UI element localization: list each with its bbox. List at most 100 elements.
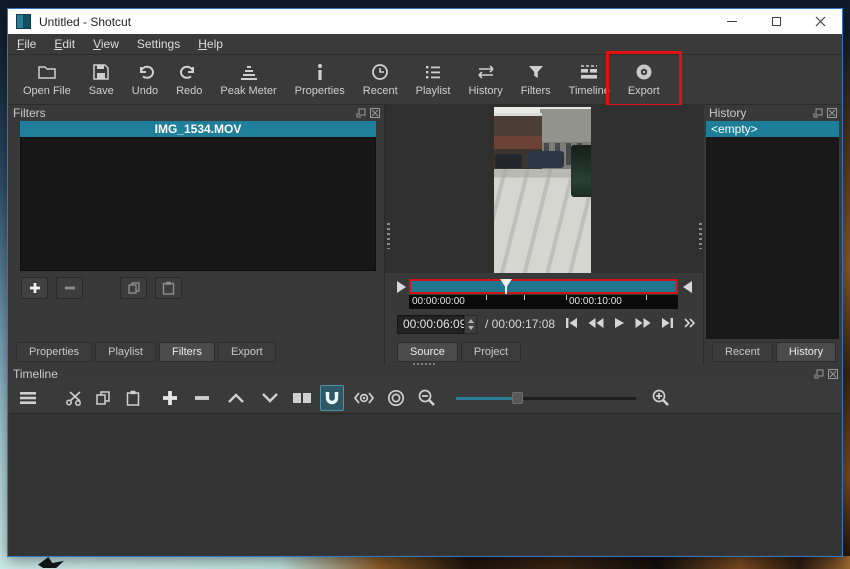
timeline-zoom-slider[interactable] bbox=[456, 391, 636, 405]
copy-filters-button[interactable] bbox=[120, 277, 147, 299]
maximize-icon bbox=[772, 17, 781, 26]
slider-handle[interactable] bbox=[512, 392, 523, 404]
right-dock-tabs: Recent History bbox=[712, 342, 839, 362]
menu-view[interactable]: View bbox=[84, 35, 128, 53]
float-panel-icon[interactable] bbox=[356, 108, 366, 118]
maximize-button[interactable] bbox=[754, 9, 798, 34]
float-panel-icon[interactable] bbox=[814, 369, 824, 379]
player-tabs: Source Project bbox=[397, 342, 524, 362]
peak-meter-button[interactable]: Peak Meter bbox=[211, 61, 285, 98]
close-button[interactable] bbox=[798, 9, 842, 34]
remove-filter-button[interactable] bbox=[56, 277, 83, 299]
video-car-foreground bbox=[571, 145, 591, 197]
float-panel-icon[interactable] bbox=[813, 108, 823, 118]
open-file-button[interactable]: Open File bbox=[14, 61, 80, 98]
ruler-tick bbox=[646, 295, 647, 300]
timeline-tracks-area[interactable] bbox=[9, 413, 841, 555]
add-filter-button[interactable] bbox=[21, 277, 48, 299]
timeline-panel-title: Timeline bbox=[13, 367, 58, 381]
slider-fill bbox=[456, 397, 516, 400]
tab-source[interactable]: Source bbox=[397, 342, 458, 362]
redo-icon bbox=[180, 62, 198, 82]
shotcut-app-icon bbox=[16, 14, 31, 29]
minimize-button[interactable] bbox=[710, 9, 754, 34]
export-button[interactable]: Export bbox=[619, 61, 669, 98]
splitter-handle-left[interactable] bbox=[387, 223, 390, 249]
copy-icon bbox=[95, 390, 111, 406]
play-button[interactable] bbox=[614, 317, 625, 329]
selected-clip-name: IMG_1534.MOV bbox=[20, 121, 376, 137]
plus-icon bbox=[162, 390, 178, 406]
undo-button[interactable]: Undo bbox=[123, 61, 167, 98]
history-button[interactable]: History bbox=[459, 61, 511, 98]
tab-properties[interactable]: Properties bbox=[16, 342, 92, 362]
snap-toggle-button[interactable] bbox=[320, 385, 344, 411]
ripple-all-tracks-button[interactable] bbox=[384, 385, 408, 411]
lift-button[interactable] bbox=[224, 385, 248, 411]
play-icon bbox=[614, 317, 625, 329]
save-icon bbox=[92, 62, 110, 82]
tab-filters[interactable]: Filters bbox=[159, 342, 215, 362]
menu-help[interactable]: Help bbox=[189, 35, 232, 53]
save-button[interactable]: Save bbox=[80, 61, 123, 98]
current-time-field[interactable]: 00:00:06:09 bbox=[397, 315, 464, 334]
filters-button[interactable]: Filters bbox=[512, 61, 560, 98]
video-car-1 bbox=[495, 154, 522, 168]
overwrite-button[interactable] bbox=[258, 385, 282, 411]
scrub-while-dragging-button[interactable] bbox=[352, 385, 376, 411]
timeline-button[interactable]: Timeline bbox=[560, 61, 619, 98]
skip-start-icon bbox=[565, 317, 578, 329]
chevrons-right-icon bbox=[684, 318, 695, 328]
close-panel-icon[interactable] bbox=[827, 108, 837, 118]
rewind-button[interactable] bbox=[588, 317, 604, 329]
magnet-icon bbox=[324, 390, 340, 406]
minus-icon bbox=[194, 390, 210, 406]
skip-to-end-button[interactable] bbox=[661, 317, 674, 329]
properties-button[interactable]: Properties bbox=[286, 61, 354, 98]
zoom-out-button[interactable] bbox=[414, 385, 438, 411]
playlist-button[interactable]: Playlist bbox=[407, 61, 460, 98]
more-controls-button[interactable] bbox=[684, 318, 695, 328]
menu-file[interactable]: File bbox=[8, 35, 45, 53]
paste-filters-button[interactable] bbox=[155, 277, 182, 299]
tab-export[interactable]: Export bbox=[218, 342, 276, 362]
tab-recent[interactable]: Recent bbox=[712, 342, 773, 362]
timeline-menu-button[interactable] bbox=[16, 385, 40, 411]
fast-forward-icon bbox=[635, 317, 651, 329]
video-viewport bbox=[385, 105, 704, 273]
menu-settings[interactable]: Settings bbox=[128, 35, 189, 53]
tab-history[interactable]: History bbox=[776, 342, 836, 362]
copy-button[interactable] bbox=[91, 385, 115, 411]
ripple-delete-button[interactable] bbox=[190, 385, 214, 411]
desktop-wallpaper-bottom bbox=[0, 556, 850, 569]
split-button[interactable] bbox=[290, 385, 314, 411]
filters-panel: Filters IMG_1534.MOV bbox=[8, 105, 385, 365]
minimize-icon bbox=[727, 21, 737, 22]
time-spinner[interactable] bbox=[464, 315, 477, 334]
minus-icon bbox=[64, 282, 76, 294]
close-panel-icon[interactable] bbox=[828, 369, 838, 379]
trim-bar[interactable] bbox=[409, 279, 678, 294]
hamburger-icon bbox=[19, 391, 37, 405]
cut-button[interactable] bbox=[62, 385, 86, 411]
skip-end-icon bbox=[661, 317, 674, 329]
tab-project[interactable]: Project bbox=[461, 342, 521, 362]
duration-label: / 00:00:17:08 bbox=[485, 317, 555, 331]
close-icon bbox=[815, 16, 826, 27]
fast-forward-button[interactable] bbox=[635, 317, 651, 329]
ruler-mid-label: 00:00:10:00 bbox=[569, 296, 622, 307]
recent-button[interactable]: Recent bbox=[354, 61, 407, 98]
skip-to-start-button[interactable] bbox=[565, 317, 578, 329]
tab-playlist[interactable]: Playlist bbox=[95, 342, 156, 362]
redo-button[interactable]: Redo bbox=[167, 61, 211, 98]
history-empty-item[interactable]: <empty> bbox=[706, 121, 839, 137]
filters-funnel-icon bbox=[527, 62, 545, 82]
zoom-in-button[interactable] bbox=[648, 385, 672, 411]
trim-out-handle[interactable] bbox=[677, 281, 692, 293]
menu-edit[interactable]: Edit bbox=[45, 35, 84, 53]
paste-button[interactable] bbox=[121, 385, 145, 411]
time-ruler[interactable]: 00:00:00:00 00:00:10:00 bbox=[409, 295, 678, 309]
splitter-handle-right[interactable] bbox=[699, 223, 702, 249]
close-panel-icon[interactable] bbox=[370, 108, 380, 118]
append-button[interactable] bbox=[158, 385, 182, 411]
